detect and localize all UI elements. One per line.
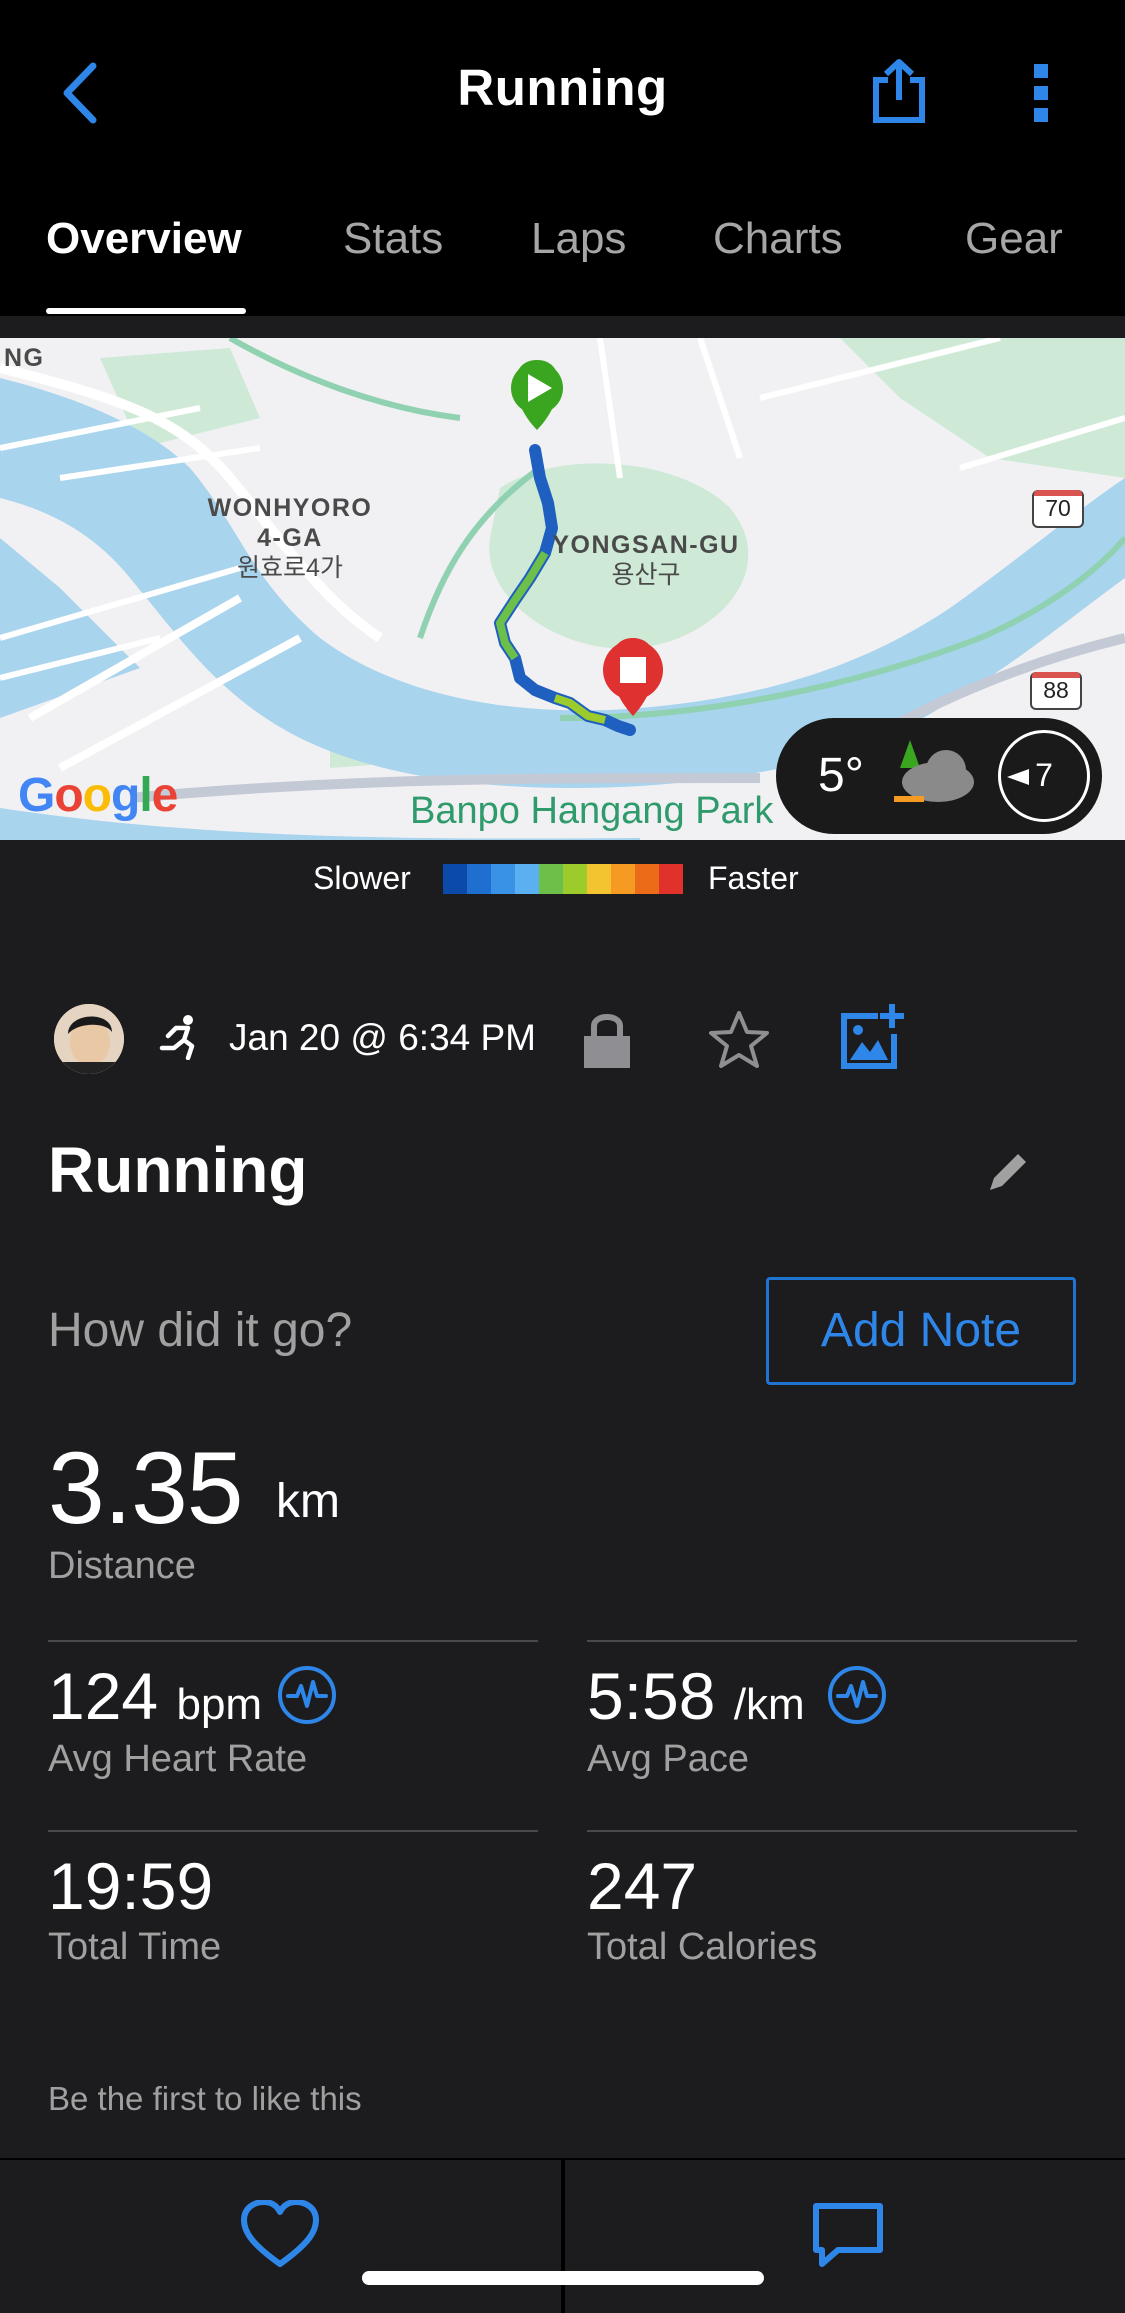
tab-overview[interactable]: Overview [46,214,242,264]
wind-indicator: 7 [998,730,1090,822]
map-label-wonhyoro-en: WONHYORO [207,494,373,522]
map-label-yongsan: YONGSAN-GU 용산구 [536,530,756,590]
divider [587,1640,1077,1642]
home-indicator [362,2271,764,2285]
share-button[interactable] [868,58,930,124]
total-calories-value: 247 [587,1849,698,1923]
bottom-divider [561,2160,565,2313]
legend-slow-label: Slower [313,860,411,896]
heartbeat-icon [836,1680,878,1708]
add-photo-icon[interactable] [840,1004,904,1070]
pace-value: 5:58 [587,1659,716,1733]
pace-color-swatch [539,864,563,894]
heart-rate-stat: 124 bpm [48,1658,262,1734]
active-tab-indicator [46,308,246,314]
note-prompt: How did it go? [48,1304,353,1357]
activity-title: Running [48,1134,308,1206]
heart-rate-chart-button[interactable] [278,1666,336,1724]
weather-badge[interactable]: 5° 7 [776,718,1102,834]
distance-label: Distance [48,1545,196,1587]
divider [48,1640,538,1642]
tab-stats[interactable]: Stats [343,214,443,264]
heart-rate-label: Avg Heart Rate [48,1738,308,1780]
activity-meta-row: Jan 20 @ 6:34 PM [0,1000,1125,1080]
profile-photo-icon [54,1004,124,1074]
pace-color-swatch [659,864,683,894]
pace-chart-button[interactable] [828,1666,886,1724]
lock-icon[interactable] [582,1010,632,1070]
pace-legend: Slower Faster [0,858,1125,908]
total-time-label: Total Time [48,1926,222,1968]
pace-color-swatch [491,864,515,894]
comment-icon [813,2203,883,2267]
distance-value: 3.35 [48,1431,244,1545]
add-note-button[interactable]: Add Note [766,1277,1076,1385]
pencil-icon[interactable] [986,1148,1032,1194]
comment-button[interactable] [808,2200,888,2270]
heart-icon [241,2199,319,2267]
heartbeat-icon [286,1680,328,1708]
app-header: Running Overview Stats Laps Charts Gear [0,0,1125,316]
legend-fast-label: Faster [708,860,799,896]
map-label-wonhyoro: WONHYORO 4-GA 원효로4가 [190,493,390,583]
pace-color-swatch [515,864,539,894]
pace-color-swatch [467,864,491,894]
divider [48,1830,538,1832]
tab-charts[interactable]: Charts [713,214,843,264]
map-label-park: Banpo Hangang Park [410,790,774,832]
pace-color-swatch [587,864,611,894]
avatar[interactable] [54,1004,124,1074]
pace-color-scale [443,864,683,894]
more-vertical-icon [1034,64,1048,122]
pace-color-swatch [611,864,635,894]
tab-gear[interactable]: Gear [965,214,1063,264]
tab-bar: Overview Stats Laps Charts Gear [0,200,1125,316]
pace-stat: 5:58 /km [587,1658,805,1734]
page-title: Running [457,59,668,116]
map-label-edge: NG [4,344,45,372]
heart-rate-unit: bpm [176,1680,263,1729]
share-icon [873,59,925,123]
divider [587,1830,1077,1832]
map-label-yongsan-en: YONGSAN-GU [552,531,740,559]
star-icon[interactable] [708,1010,770,1070]
wind-speed: 7 [1035,757,1053,793]
likes-text: Be the first to like this [48,2080,362,2117]
pace-unit: /km [733,1680,805,1729]
total-time-value: 19:59 [48,1849,214,1923]
tab-laps[interactable]: Laps [531,214,626,264]
total-calories-label: Total Calories [587,1926,818,1968]
map-label-yongsan-ko: 용산구 [611,561,681,589]
activity-date: Jan 20 @ 6:34 PM [229,1017,537,1058]
google-logo: Google [18,769,178,822]
route-shield-70: 70 [1032,490,1084,528]
weather-temperature: 5° [818,749,864,802]
map-label-wonhyoro-ko: 원효로4가 [237,554,343,582]
running-icon [159,1015,195,1060]
heart-rate-value: 124 [48,1659,159,1733]
distance-unit: km [276,1475,340,1528]
route-shield-88: 88 [1030,672,1082,710]
pace-label: Avg Pace [587,1738,749,1780]
bottom-action-bar [0,2158,1125,2313]
map-label-wonhyoro-ga: 4-GA [257,524,323,552]
pace-color-swatch [443,864,467,894]
pace-color-swatch [563,864,587,894]
pace-color-swatch [635,864,659,894]
like-button[interactable] [240,2199,320,2270]
cloudy-night-icon [894,740,974,802]
more-options-button[interactable] [1028,62,1054,124]
